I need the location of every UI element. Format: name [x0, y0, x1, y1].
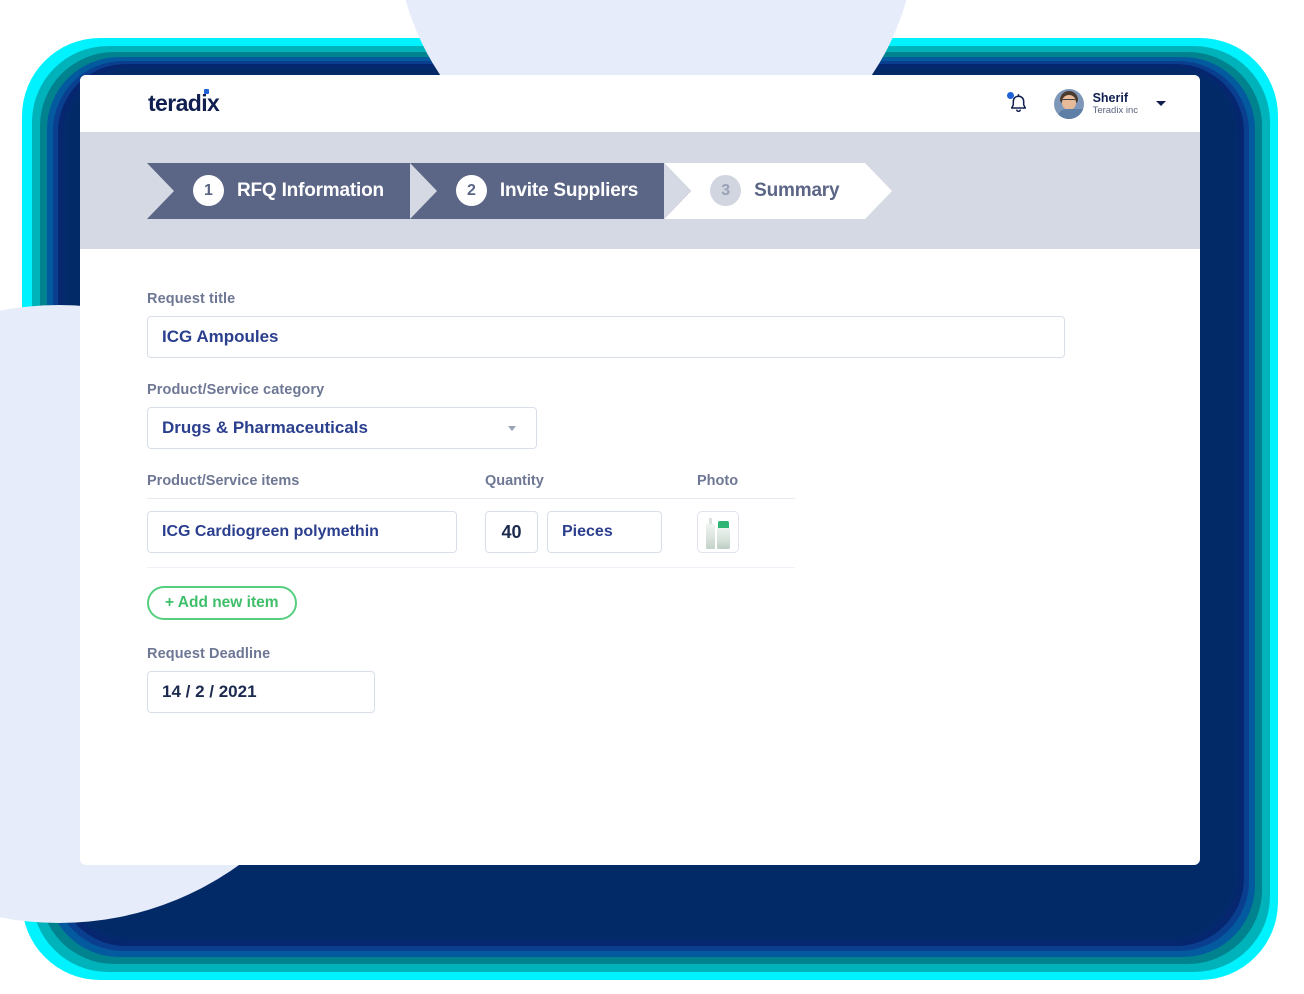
wizard-stepper: 1 RFQ Information 2 Invite Suppliers 3 S…	[80, 132, 1200, 249]
step-summary[interactable]: 3 Summary	[664, 162, 893, 219]
user-menu[interactable]: Sherif Teradix inc	[1053, 88, 1166, 119]
item-unit-select[interactable]: Pieces	[547, 511, 662, 553]
app-header: teradix Sherif Teradix inc	[80, 75, 1200, 132]
user-company: Teradix inc	[1092, 104, 1138, 116]
request-title-label: Request title	[147, 291, 236, 307]
item-unit-value: Pieces	[562, 523, 613, 540]
step-number: 2	[455, 175, 487, 206]
logo-dot-icon	[204, 89, 210, 94]
chevron-down-icon[interactable]	[1156, 101, 1166, 106]
avatar	[1053, 88, 1084, 119]
table-row: ICG Cardiogreen polymethin 40 Pieces	[147, 499, 795, 568]
notifications-button[interactable]	[1006, 91, 1032, 117]
column-header-photo: Photo	[697, 473, 739, 489]
column-header-items: Product/Service items	[147, 473, 300, 489]
user-name: Sherif	[1092, 90, 1129, 105]
request-title-input[interactable]: ICG Ampoules	[147, 316, 1065, 358]
add-new-item-button[interactable]: + Add new item	[147, 586, 297, 620]
category-value: Drugs & Pharmaceuticals	[162, 418, 368, 437]
items-table: Product/Service items Quantity Photo ICG…	[147, 473, 795, 568]
column-header-quantity: Quantity	[485, 473, 544, 489]
category-select[interactable]: Drugs & Pharmaceuticals	[147, 407, 537, 449]
step-invite-suppliers[interactable]: 2 Invite Suppliers	[409, 162, 692, 219]
user-info: Sherif Teradix inc	[1093, 91, 1138, 117]
item-photo-cell	[697, 511, 795, 553]
brand-logo[interactable]: teradix	[148, 89, 220, 117]
step-label: RFQ Information	[237, 179, 384, 201]
category-label: Product/Service category	[147, 382, 325, 398]
step-rfq-information[interactable]: 1 RFQ Information	[147, 162, 437, 219]
ampoule-icon	[706, 518, 715, 549]
item-name-cell: ICG Cardiogreen polymethin	[147, 511, 485, 553]
items-table-header: Product/Service items Quantity Photo	[147, 473, 795, 499]
item-quantity-cell: 40 Pieces	[485, 511, 697, 553]
chevron-down-icon	[508, 425, 516, 431]
vial-icon	[717, 521, 730, 549]
rfq-form: Request title ICG Ampoules Product/Servi…	[80, 249, 1200, 713]
brand-logo-text: teradix	[148, 90, 220, 116]
deadline-input[interactable]: 14 / 2 / 2021	[147, 671, 375, 713]
notification-badge-icon	[1006, 91, 1014, 99]
step-label: Invite Suppliers	[499, 179, 639, 201]
app-window: teradix Sherif Teradix inc 1 RFQ Informa…	[80, 75, 1200, 865]
item-name-input[interactable]: ICG Cardiogreen polymethin	[147, 511, 457, 553]
screenshot-stage: teradix Sherif Teradix inc 1 RFQ Informa…	[0, 0, 1304, 994]
stepper-steps: 1 RFQ Information 2 Invite Suppliers 3 S…	[147, 162, 893, 219]
step-label: Summary	[754, 179, 840, 201]
step-number: 3	[710, 175, 742, 206]
item-photo-thumbnail[interactable]	[697, 511, 739, 553]
deadline-label: Request Deadline	[147, 646, 271, 662]
header-actions: Sherif Teradix inc	[1006, 88, 1166, 119]
step-number: 1	[193, 175, 224, 206]
item-quantity-input[interactable]: 40	[485, 511, 538, 553]
